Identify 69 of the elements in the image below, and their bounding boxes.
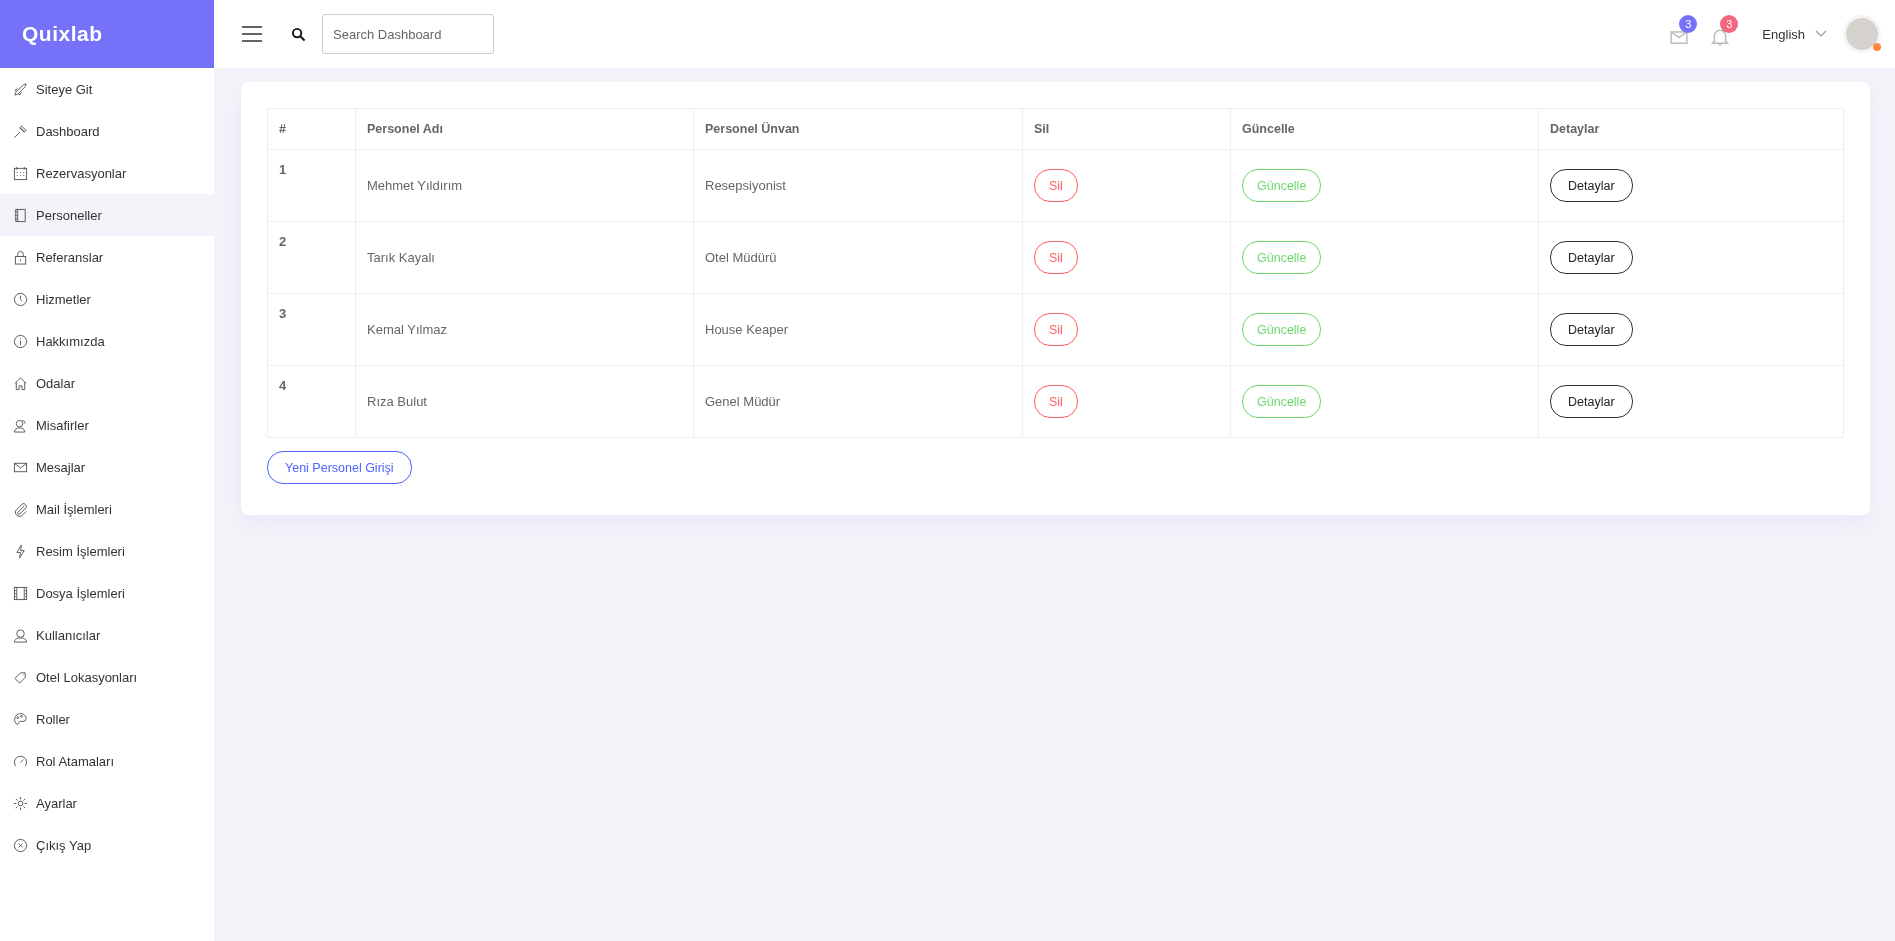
table-cell: Rıza Bulut [355,365,694,438]
notebook-icon [13,207,28,223]
sidebar-item[interactable]: Odalar [0,362,214,404]
sidebar-item[interactable]: Mesajlar [0,446,214,488]
sidebar-item[interactable]: Dosya İşlemleri [0,572,214,614]
sidebar-item[interactable]: Referanslar [0,236,214,278]
table-cell: House Keaper [693,293,1023,366]
count-badge: 3 [1720,15,1739,33]
table-cell: Mehmet Yıldırım [355,149,694,222]
sidebar-item[interactable]: Dashboard [0,110,214,152]
column-header: Personel Adı [355,108,694,150]
column-header: # [267,108,356,150]
avatar[interactable] [1843,15,1881,53]
column-header: Detaylar [1538,108,1844,150]
clock-icon [13,291,28,307]
info-icon [13,333,28,349]
column-header: Güncelle [1230,108,1539,150]
details-button[interactable]: Detaylar [1550,169,1633,202]
table-cell: Tarık Kayalı [355,221,694,294]
paperclip-icon [13,501,28,517]
table-cell: Kemal Yılmaz [355,293,694,366]
sidebar-item[interactable]: Resim İşlemleri [0,530,214,572]
bell-icon[interactable] [1711,28,1730,46]
details-button[interactable]: Detaylar [1550,385,1633,418]
users-icon [13,417,28,433]
language-selector[interactable]: English [1762,26,1805,42]
lock-icon [13,249,28,265]
lightning-icon [13,543,28,559]
logo-text[interactable]: Quixlab [22,22,103,46]
gauge-icon [13,753,28,769]
sidebar-item[interactable]: Rezervasyonlar [0,152,214,194]
table-cell: 1 [267,149,356,222]
calendar-icon [13,165,28,181]
sidebar-item[interactable]: Rol Atamaları [0,740,214,782]
table-cell: 4 [267,365,356,438]
table-cell: 2 [267,221,356,294]
table-cell: 3 [267,293,356,366]
caret-icon[interactable] [1815,30,1827,38]
search-field[interactable]: Search Dashboard [322,14,494,54]
table-cell: Otel Müdürü [693,221,1023,294]
sidebar-item[interactable]: Çıkış Yap [0,824,214,866]
sidebar-item[interactable]: Ayarlar [0,782,214,824]
add-staff-button[interactable]: Yeni Personel Girişi [267,451,412,484]
sidebar-item[interactable]: Roller [0,698,214,740]
palette-icon [13,711,28,727]
details-button[interactable]: Detaylar [1550,241,1633,274]
column-header: Personel Ünvan [693,108,1023,150]
user-icon [13,627,28,643]
sidebar-item[interactable]: Personeller [0,194,214,236]
details-button[interactable]: Detaylar [1550,313,1633,346]
close-circle-icon [13,837,28,853]
tag-icon [13,669,28,685]
count-badge: 3 [1679,15,1698,33]
table-cell: Resepsiyonist [693,149,1023,222]
sidebar-item[interactable]: Hizmetler [0,278,214,320]
sidebar-item[interactable]: Kullanıcılar [0,614,214,656]
column-header: Sil [1022,108,1231,150]
status-dot [1873,43,1881,51]
sidebar-item[interactable]: Siteye Git [0,68,214,110]
sidebar-item[interactable]: Mail İşlemleri [0,488,214,530]
sidebar-item[interactable]: Otel Lokasyonları [0,656,214,698]
sidebar-item[interactable]: Hakkımızda [0,320,214,362]
home-icon [13,375,28,391]
film-icon [13,585,28,601]
envelope-icon[interactable] [1670,28,1689,46]
menu-icon[interactable] [242,26,262,42]
search-icon[interactable] [291,26,306,42]
sidebar-item[interactable]: Misafirler [0,404,214,446]
table-cell: Genel Müdür [693,365,1023,438]
